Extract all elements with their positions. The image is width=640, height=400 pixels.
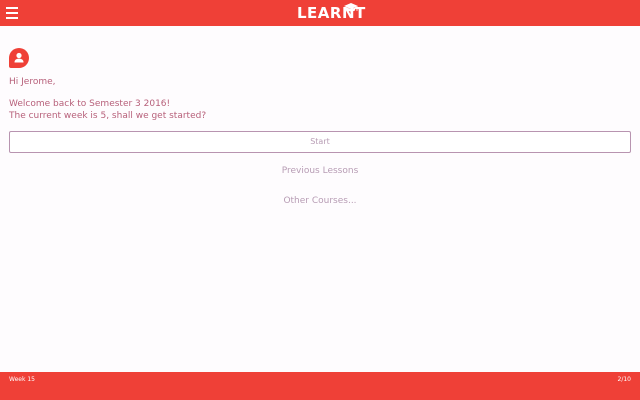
greeting-text: Hi Jerome, xyxy=(9,77,56,87)
week-label: Week 15 xyxy=(9,376,35,383)
learnt-app: LEARNT Hi Jerome, Welcome back to Semest… xyxy=(0,0,640,400)
welcome-message: Welcome back to Semester 3 2016! The cur… xyxy=(9,98,206,122)
app-footer: Week 15 2/10 xyxy=(0,372,640,400)
graduation-cap-icon xyxy=(344,3,358,12)
main-content: Hi Jerome, Welcome back to Semester 3 20… xyxy=(0,26,640,372)
user-avatar-icon xyxy=(9,48,29,68)
page-indicator: 2/10 xyxy=(617,376,631,383)
previous-lessons-link[interactable]: Previous Lessons xyxy=(0,166,640,176)
welcome-line-2: The current week is 5, shall we get star… xyxy=(9,111,207,121)
welcome-line-1: Welcome back to Semester 3 2016! xyxy=(9,99,171,109)
other-courses-link[interactable]: Other Courses... xyxy=(0,196,640,206)
app-header: LEARNT xyxy=(0,0,640,26)
start-button[interactable]: Start xyxy=(9,131,631,153)
hamburger-menu-icon[interactable] xyxy=(6,7,18,19)
